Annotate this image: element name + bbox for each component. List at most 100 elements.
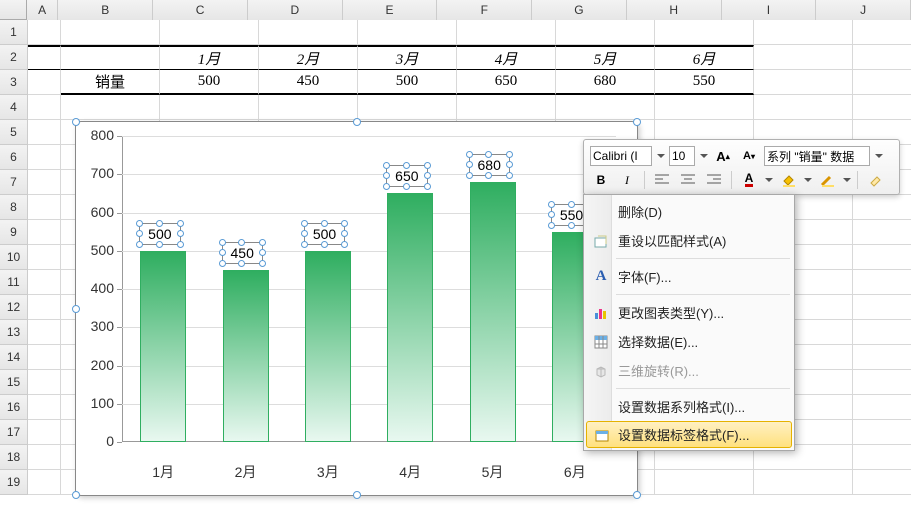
column-header[interactable]: F bbox=[437, 0, 532, 20]
selection-handle[interactable] bbox=[466, 172, 473, 179]
selection-handle[interactable] bbox=[424, 183, 431, 190]
cell[interactable] bbox=[28, 370, 61, 395]
selection-handle[interactable] bbox=[301, 241, 308, 248]
selection-handle[interactable] bbox=[548, 211, 555, 218]
cell[interactable] bbox=[853, 445, 911, 470]
selection-handle[interactable] bbox=[466, 161, 473, 168]
bold-button[interactable]: B bbox=[590, 170, 612, 190]
row-header[interactable]: 14 bbox=[0, 345, 28, 370]
row-header[interactable]: 19 bbox=[0, 470, 28, 495]
italic-button[interactable]: I bbox=[616, 170, 638, 190]
align-right-button[interactable] bbox=[703, 170, 725, 190]
cell[interactable]: 1月 bbox=[160, 45, 259, 70]
chevron-down-icon[interactable] bbox=[765, 178, 773, 182]
outline-color-button[interactable] bbox=[816, 170, 838, 190]
cell[interactable] bbox=[28, 295, 61, 320]
cell[interactable] bbox=[28, 145, 61, 170]
selection-handle[interactable] bbox=[568, 201, 575, 208]
resize-handle[interactable] bbox=[633, 118, 641, 126]
selection-handle[interactable] bbox=[321, 241, 328, 248]
cell[interactable] bbox=[754, 20, 853, 45]
cell[interactable]: 650 bbox=[457, 70, 556, 95]
row-header[interactable]: 1 bbox=[0, 20, 28, 45]
column-header[interactable]: D bbox=[248, 0, 343, 20]
selection-handle[interactable] bbox=[424, 172, 431, 179]
selection-handle[interactable] bbox=[177, 230, 184, 237]
align-left-button[interactable] bbox=[651, 170, 673, 190]
selection-handle[interactable] bbox=[301, 220, 308, 227]
selection-handle[interactable] bbox=[341, 220, 348, 227]
chevron-down-icon[interactable] bbox=[657, 154, 665, 158]
cell[interactable] bbox=[28, 70, 61, 95]
row-header[interactable]: 12 bbox=[0, 295, 28, 320]
row-header[interactable]: 9 bbox=[0, 220, 28, 245]
data-label[interactable]: 500 bbox=[304, 223, 345, 245]
cell[interactable] bbox=[754, 45, 853, 70]
cell[interactable] bbox=[61, 20, 160, 45]
column-header[interactable]: E bbox=[343, 0, 438, 20]
menu-delete[interactable]: 删除(D) bbox=[586, 197, 792, 226]
cell[interactable] bbox=[853, 320, 911, 345]
selection-handle[interactable] bbox=[341, 241, 348, 248]
row-header[interactable]: 6 bbox=[0, 145, 28, 170]
cell[interactable] bbox=[28, 445, 61, 470]
cell[interactable] bbox=[160, 20, 259, 45]
selection-handle[interactable] bbox=[259, 239, 266, 246]
cell[interactable] bbox=[28, 395, 61, 420]
fill-color-button[interactable] bbox=[777, 170, 799, 190]
cell[interactable] bbox=[28, 120, 61, 145]
selection-handle[interactable] bbox=[506, 172, 513, 179]
cell[interactable] bbox=[853, 45, 911, 70]
selection-handle[interactable] bbox=[568, 222, 575, 229]
cell[interactable] bbox=[28, 270, 61, 295]
cell[interactable] bbox=[61, 45, 160, 70]
column-header[interactable]: B bbox=[58, 0, 153, 20]
shrink-font-button[interactable]: A▾ bbox=[738, 146, 760, 166]
cell[interactable] bbox=[358, 20, 457, 45]
cell[interactable] bbox=[358, 95, 457, 120]
selection-handle[interactable] bbox=[177, 220, 184, 227]
cell[interactable] bbox=[457, 20, 556, 45]
font-name-combo[interactable] bbox=[590, 146, 652, 166]
resize-handle[interactable] bbox=[72, 305, 80, 313]
select-all-corner[interactable] bbox=[0, 0, 27, 20]
cell[interactable] bbox=[853, 395, 911, 420]
cell[interactable]: 550 bbox=[655, 70, 754, 95]
selection-handle[interactable] bbox=[506, 151, 513, 158]
selection-handle[interactable] bbox=[321, 220, 328, 227]
cell[interactable] bbox=[61, 95, 160, 120]
cell[interactable]: 销量 bbox=[61, 70, 160, 95]
selection-handle[interactable] bbox=[301, 230, 308, 237]
selection-handle[interactable] bbox=[238, 260, 245, 267]
selection-handle[interactable] bbox=[403, 162, 410, 169]
plot-area[interactable]: 01002003004005006007008001月5002月4503月500… bbox=[122, 136, 616, 442]
cell[interactable] bbox=[28, 20, 61, 45]
cell[interactable]: 5月 bbox=[556, 45, 655, 70]
cell[interactable]: 500 bbox=[160, 70, 259, 95]
cell[interactable] bbox=[853, 470, 911, 495]
cell[interactable] bbox=[259, 95, 358, 120]
menu-format-data-series[interactable]: 设置数据系列格式(I)... bbox=[586, 392, 792, 421]
cell[interactable] bbox=[28, 170, 61, 195]
data-label[interactable]: 450 bbox=[222, 242, 263, 264]
cell[interactable]: 500 bbox=[358, 70, 457, 95]
cell[interactable] bbox=[28, 195, 61, 220]
cell[interactable] bbox=[853, 420, 911, 445]
selection-handle[interactable] bbox=[403, 183, 410, 190]
cell[interactable] bbox=[853, 345, 911, 370]
row-header[interactable]: 18 bbox=[0, 445, 28, 470]
selection-handle[interactable] bbox=[466, 151, 473, 158]
font-color-button[interactable]: A bbox=[738, 170, 760, 190]
bar[interactable] bbox=[140, 251, 186, 442]
selection-handle[interactable] bbox=[485, 172, 492, 179]
data-label[interactable]: 500 bbox=[139, 223, 180, 245]
data-label[interactable]: 680 bbox=[469, 154, 510, 176]
chevron-down-icon[interactable] bbox=[875, 154, 883, 158]
menu-change-chart-type[interactable]: 更改图表类型(Y)... bbox=[586, 298, 792, 327]
column-header[interactable]: C bbox=[153, 0, 248, 20]
cell[interactable] bbox=[28, 320, 61, 345]
cell[interactable]: 3月 bbox=[358, 45, 457, 70]
font-size-combo[interactable] bbox=[669, 146, 695, 166]
cell[interactable]: 450 bbox=[259, 70, 358, 95]
cell[interactable] bbox=[556, 95, 655, 120]
